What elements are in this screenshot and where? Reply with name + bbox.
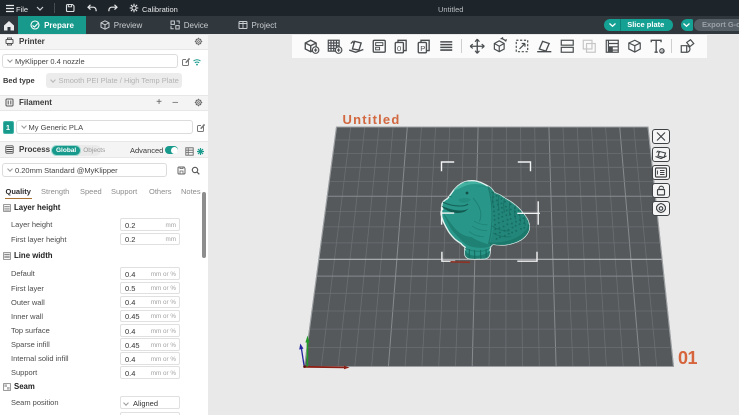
svg-text:a: a (660, 50, 663, 55)
svg-text:0: 0 (397, 44, 401, 53)
svg-text:P: P (420, 44, 425, 53)
